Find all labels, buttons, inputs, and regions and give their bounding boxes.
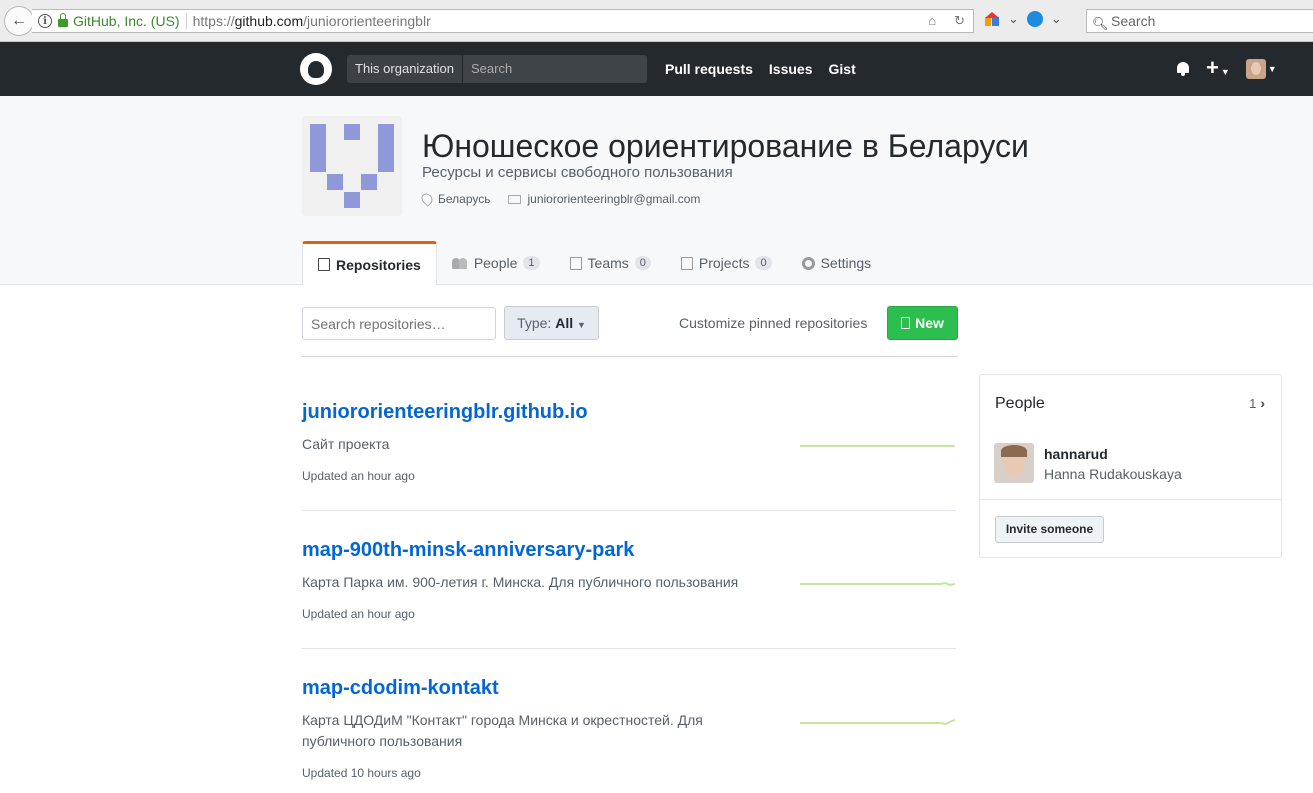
url-text: https://github.com/juniororienteeringblr xyxy=(192,13,431,29)
new-repo-button[interactable]: New xyxy=(887,306,958,340)
org-avatar xyxy=(302,116,402,216)
org-tabs: Repositories People 1 Teams 0 Projects 0 Se… xyxy=(302,241,887,286)
search-scope-badge: This organization xyxy=(347,55,462,83)
chevron-right-icon: › xyxy=(1260,395,1265,411)
repo-icon xyxy=(901,317,911,329)
divider xyxy=(302,356,958,357)
header-search-input[interactable]: Search xyxy=(463,55,647,83)
info-icon[interactable]: i xyxy=(38,14,52,28)
divider xyxy=(980,499,1281,500)
teams-counter: 0 xyxy=(634,256,651,270)
plus-icon: + xyxy=(1206,55,1219,80)
tab-projects[interactable]: Projects 0 xyxy=(666,241,787,285)
tab-repositories[interactable]: Repositories xyxy=(302,241,437,286)
search-repositories-input[interactable] xyxy=(302,307,496,340)
chevron-down-icon[interactable]: ⌄ xyxy=(1051,11,1062,27)
extension-sync-icon[interactable] xyxy=(1026,11,1043,27)
repo-description: Карта Парка им. 900-летия г. Минска. Для… xyxy=(302,574,739,590)
people-icon xyxy=(451,257,468,269)
caret-down-icon: ▼ xyxy=(1267,63,1277,74)
github-logo-icon[interactable] xyxy=(300,53,332,85)
type-filter-button[interactable]: Type: All ▼ xyxy=(504,306,599,340)
tab-teams[interactable]: Teams 0 xyxy=(555,241,666,285)
back-button[interactable]: ← xyxy=(4,6,34,36)
repo-name-link[interactable]: juniororienteeringblr.github.io xyxy=(302,401,956,424)
list-item: map-900th-minsk-anniversary-park Карта П… xyxy=(302,539,956,621)
search-icon: 🔍︎ xyxy=(1092,16,1109,31)
tab-settings[interactable]: Settings xyxy=(787,241,887,285)
org-location: Беларусь xyxy=(419,191,490,207)
divider xyxy=(302,648,956,649)
people-counter: 1 xyxy=(523,256,540,270)
caret-down-icon: ▼ xyxy=(577,320,586,330)
browser-search-input[interactable]: 🔍︎ Search xyxy=(1086,9,1313,33)
people-box: People 1 › hannarud Hanna Rudakouskaya In… xyxy=(979,374,1282,558)
nav-issues[interactable]: Issues xyxy=(769,61,813,77)
project-icon xyxy=(680,256,693,270)
repo-name-link[interactable]: map-cdodim-kontakt xyxy=(302,677,956,700)
org-email[interactable]: juniororienteeringblr@gmail.com xyxy=(508,192,700,206)
member-login[interactable]: hannarud xyxy=(1044,446,1182,462)
tab-people[interactable]: People 1 xyxy=(437,241,555,285)
create-new-menu[interactable]: + ▼ xyxy=(1206,57,1230,80)
people-box-title: People xyxy=(995,395,1045,412)
projects-counter: 0 xyxy=(755,256,772,270)
header-nav: Pull requests Issues Gist xyxy=(665,61,856,77)
avatar xyxy=(994,443,1034,483)
repo-description: Карта ЦДОДиМ "Контакт" города Минска и о… xyxy=(302,712,703,749)
list-item: map-cdodim-kontakt Карта ЦДОДиМ "Контакт… xyxy=(302,677,956,780)
lock-icon xyxy=(58,13,68,27)
browser-toolbar: ← i GitHub, Inc. (US) https://github.com… xyxy=(0,0,1313,42)
home-icon[interactable]: ⌂ xyxy=(928,13,936,29)
back-arrow-icon: ← xyxy=(11,12,27,29)
url-separator xyxy=(185,13,187,29)
member-item[interactable]: hannarud Hanna Rudakouskaya xyxy=(994,443,1182,483)
location-pin-icon xyxy=(419,191,435,207)
people-count-link[interactable]: 1 › xyxy=(1249,395,1265,411)
org-description: Ресурсы и сервисы свободного пользования xyxy=(422,164,733,181)
repo-icon xyxy=(318,258,330,271)
org-title: Юношеское ориентирование в Беларуси xyxy=(422,128,1029,164)
address-bar[interactable]: i GitHub, Inc. (US) https://github.com/j… xyxy=(32,9,974,33)
avatar xyxy=(1245,58,1266,79)
teams-icon xyxy=(569,256,582,270)
activity-sparkline xyxy=(800,719,955,725)
chevron-down-icon[interactable]: ⌄ xyxy=(1008,11,1019,27)
user-menu[interactable]: ▼ xyxy=(1245,58,1277,79)
nav-pull-requests[interactable]: Pull requests xyxy=(665,61,753,77)
repo-description: Сайт проекта xyxy=(302,436,390,452)
repo-updated: Updated 10 hours ago xyxy=(302,766,421,780)
list-item: juniororienteeringblr.github.io Сайт про… xyxy=(302,401,956,483)
mail-icon xyxy=(508,194,522,204)
repo-updated: Updated an hour ago xyxy=(302,469,415,483)
member-full-name: Hanna Rudakouskaya xyxy=(1044,466,1182,482)
customize-pinned-link[interactable]: Customize pinned repositories xyxy=(679,315,867,331)
invite-someone-button[interactable]: Invite someone xyxy=(995,516,1104,543)
activity-sparkline xyxy=(800,445,955,447)
caret-down-icon: ▼ xyxy=(1220,67,1230,77)
site-identity: GitHub, Inc. (US) xyxy=(73,13,180,29)
repo-updated: Updated an hour ago xyxy=(302,607,415,621)
site-header: This organization Search Pull requests I… xyxy=(0,42,1313,96)
notifications-bell-icon[interactable] xyxy=(1176,61,1190,76)
nav-gist[interactable]: Gist xyxy=(829,61,856,77)
repo-name-link[interactable]: map-900th-minsk-anniversary-park xyxy=(302,539,956,562)
divider xyxy=(302,510,956,511)
org-header: Юношеское ориентирование в Беларуси Ресу… xyxy=(0,96,1313,286)
extension-home-icon[interactable] xyxy=(984,11,1000,27)
activity-sparkline xyxy=(800,581,955,587)
gear-icon xyxy=(801,256,815,270)
reload-icon[interactable]: ↻ xyxy=(954,13,965,29)
